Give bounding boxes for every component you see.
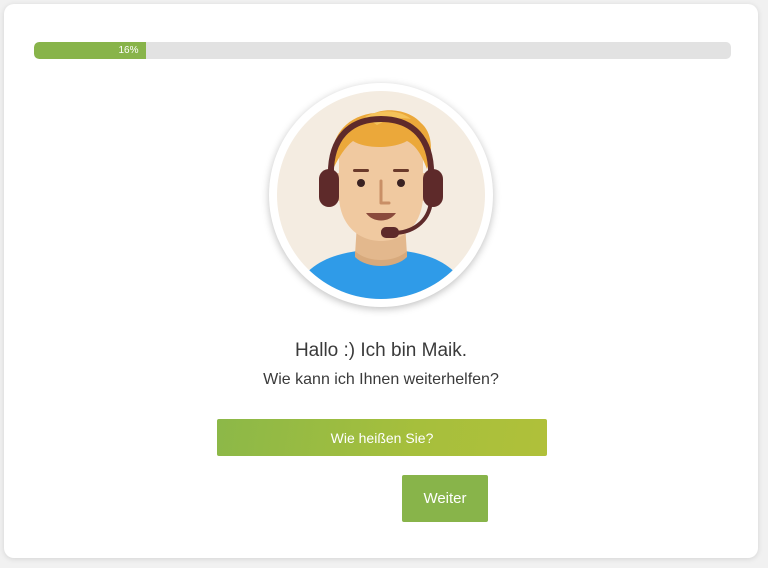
chat-card: 16% Hallo:) Ich bin Maik. Wie kann ich … [4,4,758,558]
name-reply-button[interactable]: Wie heißen Sie? [217,419,547,456]
progress-bar: 16% [34,42,731,59]
next-button[interactable]: Weiter [402,475,488,522]
avatar [269,83,493,307]
agent-greeting: Hallo :) Ich bin Maik. [294,340,468,361]
support-agent-avatar-icon [277,91,485,299]
progress-fill: 16% [34,42,146,59]
progress-percent: 16% [118,45,139,56]
agent-question: Wie kann ich Ihnen weiterhelfen? [263,371,499,388]
